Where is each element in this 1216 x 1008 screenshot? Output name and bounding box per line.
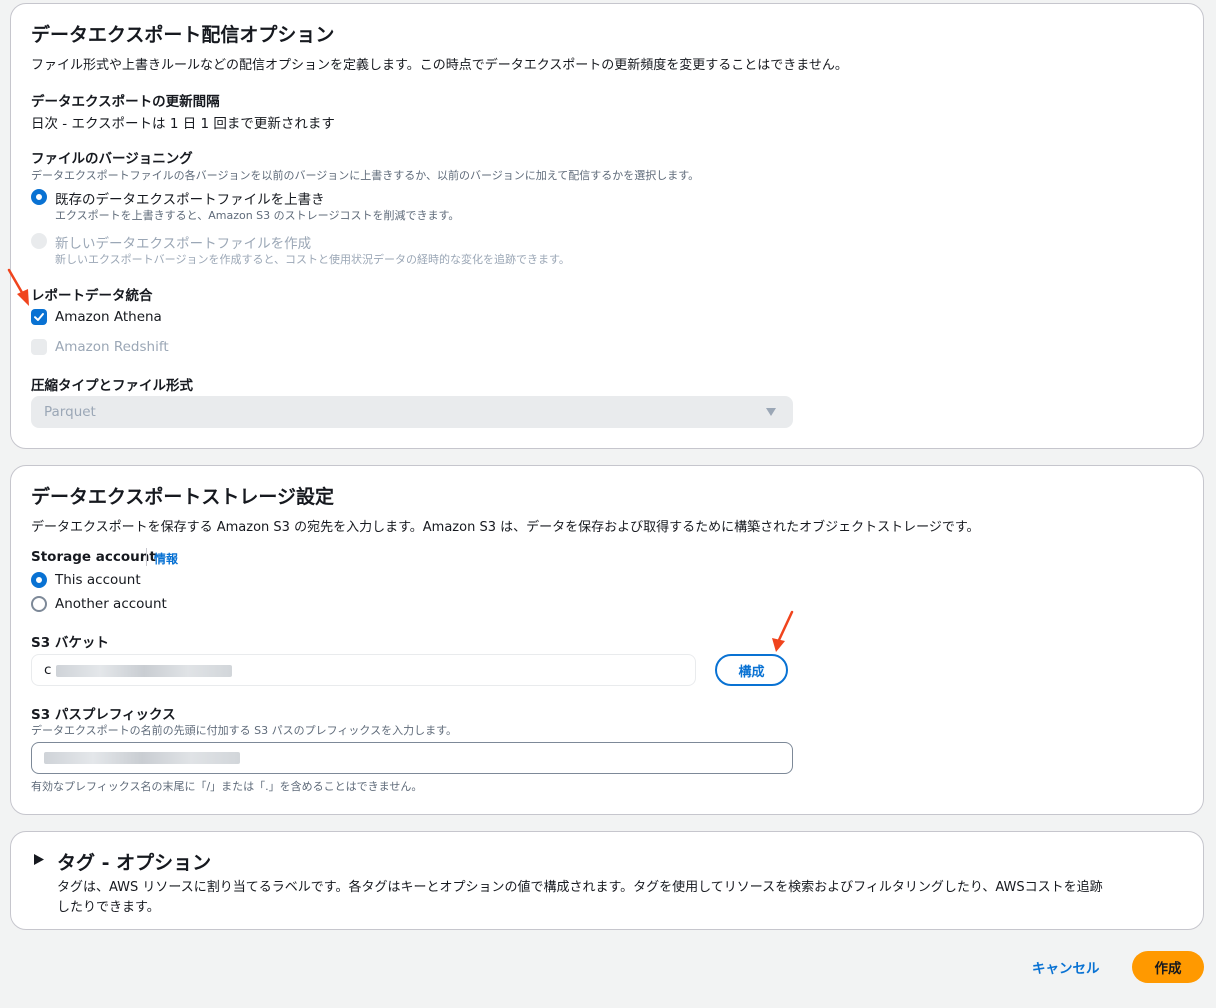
tags-description-line2: したりできます。 bbox=[57, 900, 160, 915]
s3-prefix-label: S3 パスプレフィックス bbox=[31, 707, 176, 723]
compression-select[interactable]: Parquet bbox=[31, 396, 793, 428]
annotation-arrow-icon bbox=[772, 610, 794, 652]
frequency-label: データエクスポートの更新間隔 bbox=[31, 94, 220, 110]
redshift-label[interactable]: Amazon Redshift bbox=[55, 339, 169, 355]
overwrite-radio[interactable] bbox=[31, 189, 47, 205]
configure-bucket-button[interactable]: 構成 bbox=[715, 654, 788, 686]
create-new-radio[interactable] bbox=[31, 233, 47, 249]
delivery-options-panel: データエクスポート配信オプション ファイル形式や上書きルールなどの配信オプション… bbox=[7, 3, 1204, 449]
create-new-option-label[interactable]: 新しいデータエクスポートファイルを作成 bbox=[55, 232, 311, 252]
label-divider bbox=[146, 548, 147, 566]
athena-checkbox[interactable] bbox=[31, 309, 47, 325]
storage-settings-panel: データエクスポートストレージ設定 データエクスポートを保存する Amazon S… bbox=[10, 465, 1204, 815]
another-account-label[interactable]: Another account bbox=[55, 596, 167, 612]
another-account-radio[interactable] bbox=[31, 596, 47, 612]
s3-bucket-input[interactable]: c bbox=[31, 654, 696, 686]
versioning-label: ファイルのバージョニング bbox=[31, 151, 193, 167]
expand-triangle-icon[interactable] bbox=[33, 853, 45, 866]
create-new-option-desc: 新しいエクスポートバージョンを作成すると、コストと使用状況データの経時的な変化を… bbox=[55, 253, 570, 266]
this-account-label[interactable]: This account bbox=[55, 572, 141, 588]
storage-account-label: Storage account bbox=[31, 549, 156, 565]
info-link[interactable]: 情報 bbox=[154, 550, 178, 567]
s3-prefix-input[interactable] bbox=[31, 742, 793, 774]
s3-bucket-label: S3 バケット bbox=[31, 635, 109, 651]
s3-bucket-value: c bbox=[44, 662, 52, 678]
delivery-options-description: ファイル形式や上書きルールなどの配信オプションを定義します。この時点でデータエク… bbox=[31, 58, 848, 73]
checkmark-icon bbox=[34, 313, 44, 321]
athena-label[interactable]: Amazon Athena bbox=[55, 309, 162, 325]
create-button[interactable]: 作成 bbox=[1132, 951, 1204, 983]
versioning-description: データエクスポートファイルの各バージョンを以前のバージョンに上書きするか、以前の… bbox=[31, 169, 700, 182]
delivery-options-title: データエクスポート配信オプション bbox=[31, 24, 335, 46]
overwrite-option-label[interactable]: 既存のデータエクスポートファイルを上書き bbox=[55, 188, 325, 208]
storage-settings-title: データエクスポートストレージ設定 bbox=[31, 486, 335, 508]
overwrite-option-desc: エクスポートを上書きすると、Amazon S3 のストレージコストを削減できます… bbox=[55, 209, 460, 222]
frequency-value: 日次 - エクスポートは 1 日 1 回まで更新されます bbox=[31, 116, 335, 132]
tags-description-line1: タグは、AWS リソースに割り当てるラベルです。各タグはキーとオプションの値で構… bbox=[57, 880, 1103, 895]
compression-select-value: Parquet bbox=[44, 404, 96, 420]
annotation-arrow-icon bbox=[7, 268, 29, 306]
integration-label: レポートデータ統合 bbox=[31, 288, 153, 304]
caret-down-icon bbox=[766, 408, 776, 416]
s3-prefix-hint: 有効なプレフィックス名の末尾に「/」または「.」を含めることはできません。 bbox=[31, 780, 423, 793]
compression-label: 圧縮タイプとファイル形式 bbox=[31, 378, 193, 394]
tags-panel[interactable]: タグ - オプション タグは、AWS リソースに割り当てるラベルです。各タグはキ… bbox=[10, 831, 1204, 930]
storage-settings-description: データエクスポートを保存する Amazon S3 の宛先を入力します。Amazo… bbox=[31, 520, 980, 535]
redacted-bucket-name bbox=[56, 665, 232, 677]
tags-title[interactable]: タグ - オプション bbox=[57, 848, 211, 875]
redshift-checkbox[interactable] bbox=[31, 339, 47, 355]
s3-prefix-description: データエクスポートの名前の先頭に付加する S3 パスのプレフィックスを入力します… bbox=[31, 724, 457, 737]
redacted-prefix bbox=[44, 752, 240, 764]
this-account-radio[interactable] bbox=[31, 572, 47, 588]
cancel-button[interactable]: キャンセル bbox=[1016, 953, 1116, 981]
